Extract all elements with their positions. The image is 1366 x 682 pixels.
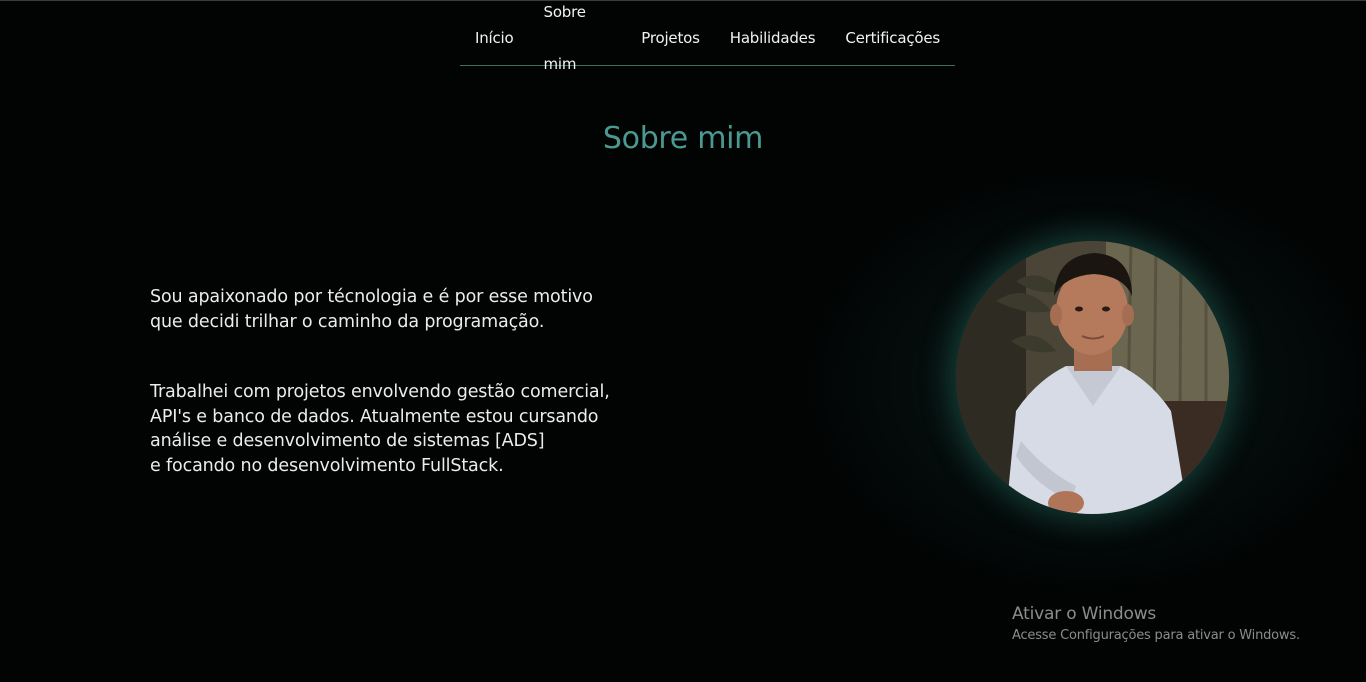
page: Início Sobre mim Projetos Habilidades Ce… bbox=[0, 0, 1366, 682]
nav-item-certificacoes[interactable]: Certificações bbox=[830, 12, 955, 64]
about-paragraph-1: Sou apaixonado por técnologia e é por es… bbox=[150, 285, 650, 334]
profile-photo-illustration bbox=[956, 241, 1229, 514]
about-paragraph-2-line-3: análise e desenvolvimento de sistemas [A… bbox=[150, 431, 545, 451]
windows-activation-watermark: Ativar o Windows Acesse Configurações pa… bbox=[1012, 604, 1300, 643]
about-paragraph-1-line-1: Sou apaixonado por técnologia e é por es… bbox=[150, 287, 593, 307]
about-paragraph-2: Trabalhei com projetos envolvendo gestão… bbox=[150, 380, 670, 478]
nav-item-habilidades[interactable]: Habilidades bbox=[715, 12, 831, 64]
profile-photo bbox=[956, 241, 1229, 514]
main-nav: Início Sobre mim Projetos Habilidades Ce… bbox=[460, 1, 955, 73]
nav-item-sobre-mim[interactable]: Sobre mim bbox=[529, 1, 627, 90]
watermark-subtitle: Acesse Configurações para ativar o Windo… bbox=[1012, 628, 1300, 643]
about-paragraph-2-line-2: API's e banco de dados. Atualmente estou… bbox=[150, 406, 599, 427]
about-paragraph-2-line-1: Trabalhei com projetos envolvendo gestão… bbox=[150, 382, 610, 402]
nav-item-inicio[interactable]: Início bbox=[460, 12, 529, 64]
watermark-title: Ativar o Windows bbox=[1012, 604, 1157, 624]
about-paragraph-2-line-4: e focando no desenvolvimento FullStack. bbox=[150, 455, 504, 476]
about-paragraph-1-line-2: que decidi trilhar o caminho da programa… bbox=[150, 311, 545, 332]
nav-item-projetos[interactable]: Projetos bbox=[626, 12, 714, 64]
